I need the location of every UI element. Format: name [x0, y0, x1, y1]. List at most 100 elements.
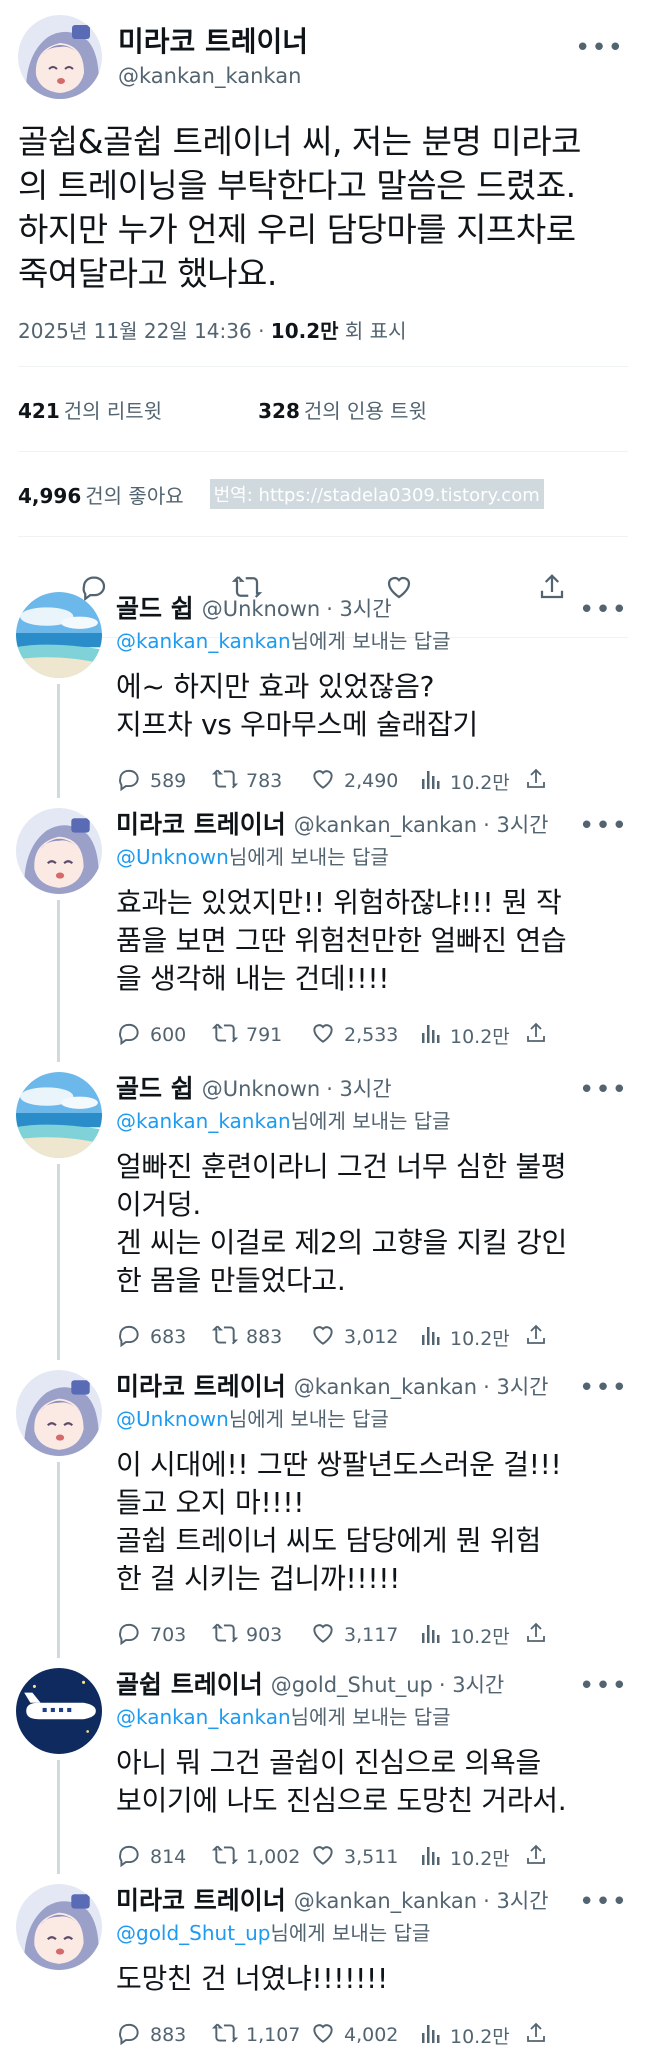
avatar[interactable]: [16, 592, 102, 678]
reply-count: 589: [150, 770, 187, 792]
retweets-label: 건의 리트윗: [63, 398, 163, 423]
reply-to-handle[interactable]: @kankan_kankan: [116, 629, 291, 653]
meta-separator: ·: [258, 319, 271, 343]
like-count: 2,490: [344, 770, 399, 792]
heart-icon: [310, 1020, 344, 1051]
reply-tweet[interactable]: 골쉽 트레이너 @gold_Shut_up · 3시간 ••• @kankan_…: [0, 1668, 646, 1878]
share-icon: [524, 1843, 556, 1872]
comment-icon: [116, 766, 150, 797]
avatar[interactable]: [16, 1370, 102, 1456]
reply-author-handle[interactable]: @Unknown: [202, 594, 320, 624]
retweet-button[interactable]: 883: [211, 1322, 300, 1353]
share-button[interactable]: [524, 1021, 556, 1050]
reply-tweet[interactable]: 미라코 트레이너 @kankan_kankan · 3시간 ••• @gold_…: [0, 1884, 646, 2056]
like-button[interactable]: 2,533: [310, 1020, 416, 1051]
reply-button[interactable]: 589: [116, 766, 204, 797]
share-button[interactable]: [524, 767, 556, 796]
reply-author-name[interactable]: 골쉽 트레이너: [116, 1670, 263, 1700]
like-button[interactable]: 3,511: [310, 1842, 416, 1873]
views-button[interactable]: 10.2만: [420, 1843, 520, 1872]
author-name[interactable]: 미라코 트레이너: [118, 23, 628, 61]
reply-time[interactable]: · 3시간: [483, 1372, 548, 1402]
reply-tweet[interactable]: 미라코 트레이너 @kankan_kankan · 3시간 ••• @Unkno…: [0, 1370, 646, 1662]
likes-count: 4,996: [18, 483, 82, 508]
views-button[interactable]: 10.2만: [420, 767, 520, 796]
thread-line: [57, 900, 60, 1062]
reply-to-handle[interactable]: @Unknown: [116, 1407, 229, 1431]
avatar[interactable]: [18, 15, 102, 99]
views-button[interactable]: 10.2만: [420, 2021, 520, 2050]
retweet-button[interactable]: 791: [211, 1020, 300, 1051]
like-button[interactable]: 4,002: [310, 2020, 416, 2051]
reply-author-handle[interactable]: @gold_Shut_up: [271, 1670, 433, 1700]
reply-time[interactable]: · 3시간: [326, 594, 391, 624]
reply-text: 효과는 있었지만!! 위험하잖냐!!! 뭔 작 품을 보면 그딴 위험천만한 얼…: [116, 886, 567, 995]
reply-author-name[interactable]: 골드 쉽: [116, 1074, 194, 1104]
reply-time[interactable]: · 3시간: [439, 1670, 504, 1700]
views-button[interactable]: 10.2만: [420, 1021, 520, 1050]
reply-author-handle[interactable]: @kankan_kankan: [294, 1372, 477, 1402]
more-dots-icon[interactable]: •••: [575, 35, 624, 61]
reply-tweet[interactable]: 골드 쉽 @Unknown · 3시간 ••• @kankan_kankan님에…: [0, 1072, 646, 1364]
thread-line: [57, 1164, 60, 1360]
views-button[interactable]: 10.2만: [420, 1323, 520, 1352]
retweets-stat[interactable]: 421 건의 리트윗: [18, 395, 162, 424]
retweet-button[interactable]: 783: [211, 766, 300, 797]
avatar[interactable]: [16, 1884, 102, 1970]
reply-to-handle[interactable]: @Unknown: [116, 845, 229, 869]
reply-button[interactable]: 703: [116, 1620, 204, 1651]
share-button[interactable]: [524, 2021, 556, 2050]
tweet-datetime[interactable]: 2025년 11월 22일 14:36: [18, 319, 252, 343]
quotes-stat[interactable]: 328 건의 인용 트윗: [258, 395, 427, 424]
stats-row: 421 건의 리트윗 328 건의 인용 트윗: [18, 367, 628, 451]
retweet-button[interactable]: 1,002: [211, 1842, 300, 1873]
retweet-icon: [211, 1322, 246, 1353]
avatar[interactable]: [16, 1668, 102, 1754]
retweet-count: 1,107: [246, 2024, 301, 2046]
share-button[interactable]: [524, 1323, 556, 1352]
avatar[interactable]: [16, 808, 102, 894]
reply-to-handle[interactable]: @gold_Shut_up: [116, 1921, 270, 1945]
like-button[interactable]: 3,012: [310, 1322, 416, 1353]
more-dots-icon[interactable]: •••: [579, 1375, 628, 1401]
reply-author-handle[interactable]: @kankan_kankan: [294, 810, 477, 840]
author-handle[interactable]: @kankan_kankan: [118, 61, 628, 91]
share-button[interactable]: [524, 1843, 556, 1872]
share-button[interactable]: [524, 1621, 556, 1650]
more-dots-icon[interactable]: •••: [579, 1673, 628, 1699]
likes-stat[interactable]: 4,996 건의 좋아요: [18, 480, 184, 509]
analytics-icon: [420, 1621, 450, 1650]
reply-button[interactable]: 814: [116, 1842, 204, 1873]
reply-count: 814: [150, 1846, 187, 1868]
like-button[interactable]: 3,117: [310, 1620, 416, 1651]
analytics-icon: [420, 1323, 450, 1352]
reply-time[interactable]: · 3시간: [326, 1074, 391, 1104]
reply-button[interactable]: 683: [116, 1322, 204, 1353]
share-icon: [524, 1621, 556, 1650]
reply-time[interactable]: · 3시간: [483, 810, 548, 840]
reply-button[interactable]: 883: [116, 2020, 204, 2051]
reply-author-name[interactable]: 미라코 트레이너: [116, 1372, 286, 1402]
more-dots-icon[interactable]: •••: [579, 1889, 628, 1915]
thread-line: [57, 1760, 60, 1874]
reply-time[interactable]: · 3시간: [483, 1886, 548, 1916]
reply-author-handle[interactable]: @kankan_kankan: [294, 1886, 477, 1916]
more-dots-icon[interactable]: •••: [579, 813, 628, 839]
reply-author-name[interactable]: 미라코 트레이너: [116, 810, 286, 840]
like-button[interactable]: 2,490: [310, 766, 416, 797]
reply-tweet[interactable]: 미라코 트레이너 @kankan_kankan · 3시간 ••• @Unkno…: [0, 808, 646, 1066]
avatar[interactable]: [16, 1072, 102, 1158]
share-icon: [524, 1323, 556, 1352]
reply-tweet[interactable]: 골드 쉽 @Unknown · 3시간 ••• @kankan_kankan님에…: [0, 592, 646, 802]
reply-button[interactable]: 600: [116, 1020, 204, 1051]
retweet-button[interactable]: 1,107: [211, 2020, 301, 2051]
reply-author-name[interactable]: 골드 쉽: [116, 594, 194, 624]
more-dots-icon[interactable]: •••: [579, 1077, 628, 1103]
views-button[interactable]: 10.2만: [420, 1621, 520, 1650]
reply-to-handle[interactable]: @kankan_kankan: [116, 1109, 291, 1133]
more-dots-icon[interactable]: •••: [579, 597, 628, 623]
retweet-button[interactable]: 903: [211, 1620, 300, 1651]
reply-author-handle[interactable]: @Unknown: [202, 1074, 320, 1104]
reply-to-handle[interactable]: @kankan_kankan: [116, 1705, 291, 1729]
reply-author-name[interactable]: 미라코 트레이너: [116, 1886, 286, 1916]
